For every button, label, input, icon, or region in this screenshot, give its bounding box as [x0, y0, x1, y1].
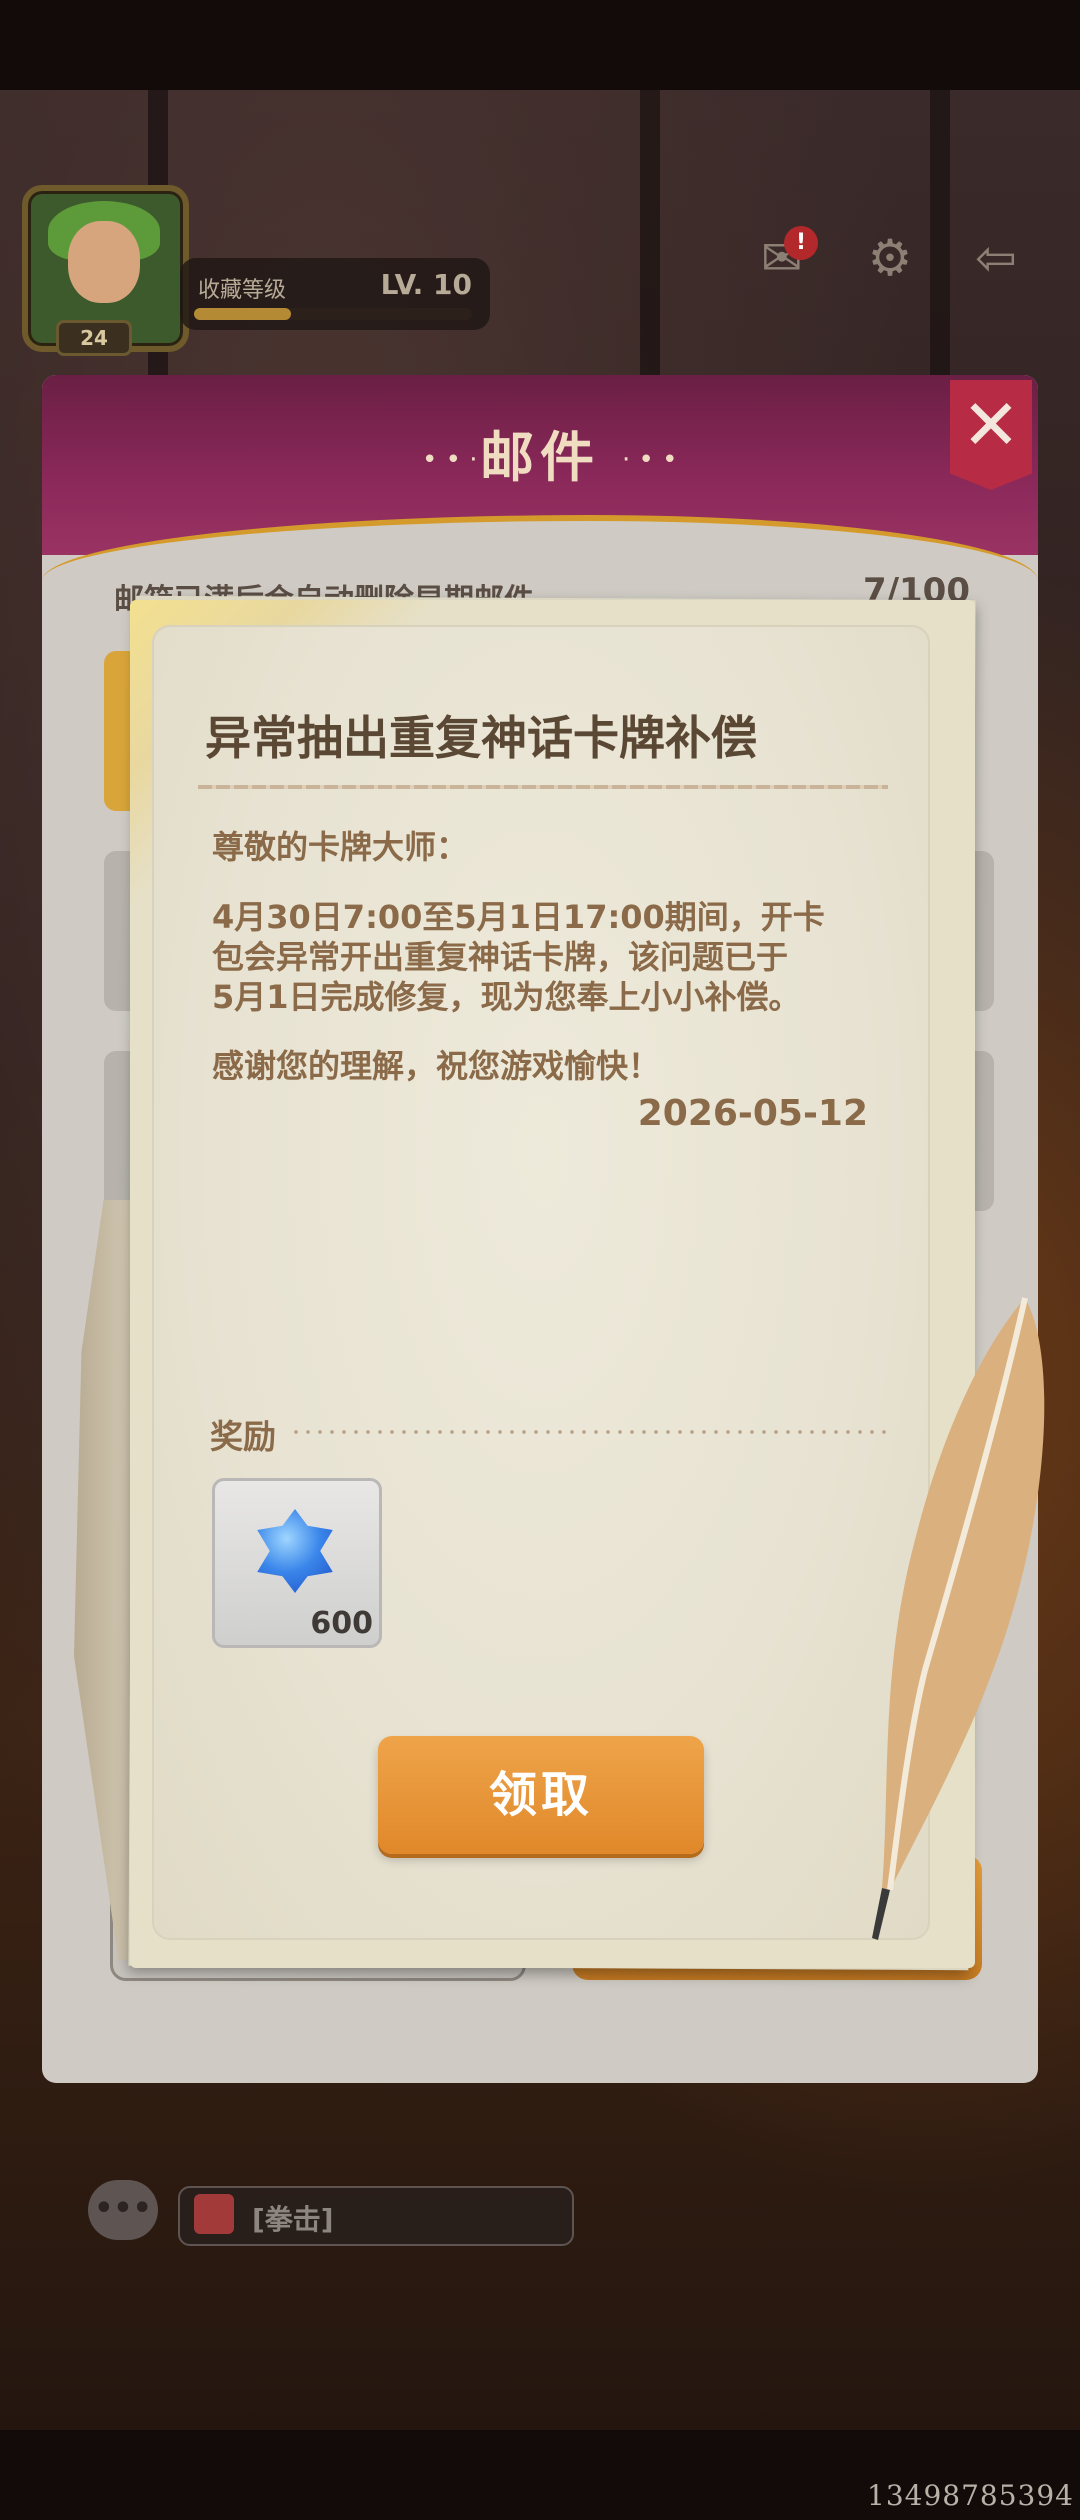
mail-title: 异常抽出重复神话卡牌补偿 — [205, 711, 757, 765]
title-divider — [198, 785, 888, 789]
collection-level: LV. 10 — [380, 268, 472, 301]
chat-bubble-icon[interactable]: ••• — [88, 2180, 158, 2240]
reward-quantity: 600 — [310, 1606, 373, 1641]
mail-body-line: 5月1日完成修复，现为您奉上小小补偿。 — [212, 978, 801, 1016]
chat-avatar — [194, 2194, 234, 2234]
mail-body-line: 包会异常开出重复神话卡牌，该问题已于 — [212, 938, 789, 976]
exit-icon[interactable]: ⇦ — [966, 228, 1026, 288]
blue-gem-icon — [257, 1509, 333, 1593]
mail-thanks: 感谢您的理解，祝您游戏愉快！ — [212, 1047, 661, 1085]
avatar-face — [68, 221, 140, 303]
player-level-badge: 24 — [56, 320, 132, 356]
close-button[interactable]: ✕ — [950, 380, 1032, 490]
mail-dialog-title: 邮件 — [480, 426, 600, 489]
chat-message: [拳击] — [252, 2203, 334, 2236]
top-status-bar — [0, 0, 1080, 90]
title-dots-right: · • • — [622, 445, 678, 475]
reward-item[interactable]: 600 — [212, 1478, 382, 1648]
chat-bar[interactable]: [拳击] — [178, 2186, 574, 2246]
quill-icon — [872, 1297, 1045, 1940]
watermark: 13498785394 — [867, 2479, 1074, 2512]
reward-label: 奖励 — [210, 1417, 276, 1456]
curtain-decor — [930, 90, 950, 390]
mail-body-line: 4月30日7:00至5月1日17:00期间，开卡 — [212, 898, 825, 936]
reward-divider — [290, 1430, 890, 1434]
collection-progress-fill — [194, 308, 292, 320]
claim-button[interactable]: 领取 — [378, 1736, 704, 1854]
gear-icon[interactable]: ⚙ — [860, 228, 920, 288]
mail-body: 4月30日7:00至5月1日17:00期间，开卡 包会异常开出重复神话卡牌，该问… — [212, 897, 872, 1017]
mail-date: 2026-05-12 — [637, 1093, 868, 1134]
mail-greeting: 尊敬的卡牌大师： — [212, 828, 469, 866]
collection-label: 收藏等级 — [198, 278, 287, 303]
mail-alert-badge: ! — [784, 226, 818, 260]
collection-progress-bar — [194, 308, 472, 320]
collection-level-panel[interactable]: 收藏等级 LV. 10 — [180, 258, 490, 330]
curtain-decor — [640, 90, 660, 390]
